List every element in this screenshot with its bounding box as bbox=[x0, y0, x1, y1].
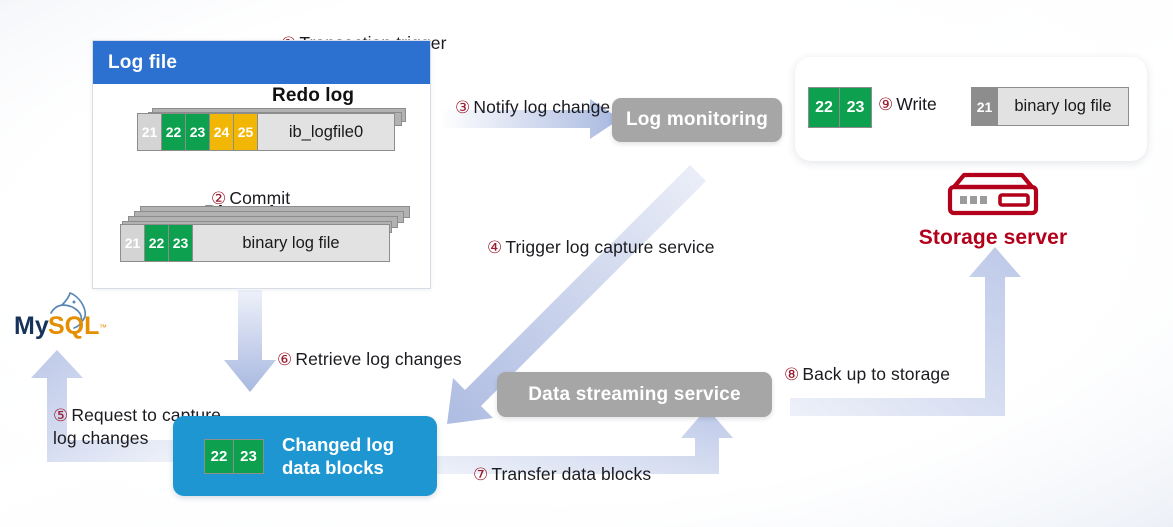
step-text: Transfer data blocks bbox=[491, 464, 652, 485]
storage-card-blocks: 22 23 bbox=[808, 87, 872, 128]
data-streaming-service-box[interactable]: Data streaming service bbox=[497, 372, 772, 417]
step-text: Back up to storage bbox=[802, 364, 951, 385]
storage-server-caption: Storage server bbox=[918, 226, 1068, 249]
server-led bbox=[980, 196, 987, 204]
step-number: ⑦ bbox=[473, 465, 489, 485]
log-file-panel-header: Log file bbox=[93, 41, 430, 84]
step-text: Retrieve log changes bbox=[295, 349, 462, 370]
server-led bbox=[970, 196, 977, 204]
step-text: Trigger log capture service bbox=[505, 237, 715, 258]
step-label-write: ⑨ Write bbox=[878, 94, 937, 115]
storage-block-22: 22 bbox=[809, 88, 840, 127]
storage-binary-log-file-name: binary log file bbox=[998, 88, 1128, 125]
changed-log-data-blocks-box[interactable]: 22 23 Changed log data blocks bbox=[173, 416, 437, 496]
log-block-24: 24 bbox=[210, 114, 234, 150]
mysql-wordmark-my: My bbox=[14, 312, 49, 340]
log-block-21: 21 bbox=[138, 114, 162, 150]
log-monitoring-box[interactable]: Log monitoring bbox=[612, 98, 782, 142]
step-label-retrieve-log-changes: ⑥ Retrieve log changes bbox=[277, 326, 462, 371]
diagram-canvas: ①Transaction trigger Log file Redo log 2… bbox=[0, 0, 1173, 527]
step-label-backup-to-storage: ⑧ Back up to storage bbox=[784, 341, 950, 386]
binary-log-file-name: binary log file bbox=[193, 225, 389, 261]
step-number: ⑧ bbox=[784, 365, 800, 385]
log-block-21: 21 bbox=[121, 225, 145, 261]
log-block-23: 23 bbox=[169, 225, 193, 261]
step-number: ⑨ bbox=[878, 95, 894, 114]
mysql-trademark: ™ bbox=[99, 323, 107, 332]
step-text: Write bbox=[896, 94, 937, 114]
step-text: Notify log change bbox=[473, 97, 611, 118]
step-label-trigger-log-capture: ④ Trigger log capture service bbox=[487, 214, 715, 259]
step-number: ④ bbox=[487, 238, 503, 258]
changed-blocks-group: 22 23 bbox=[204, 438, 264, 474]
changed-blocks-label: Changed log data blocks bbox=[282, 433, 395, 478]
log-block-22: 22 bbox=[145, 225, 169, 261]
step-number: ⑥ bbox=[277, 350, 293, 370]
mysql-logo: My SQL ™ bbox=[12, 290, 116, 346]
changed-block-22: 22 bbox=[205, 439, 234, 473]
server-drive-slot bbox=[998, 193, 1030, 207]
log-block-25: 25 bbox=[234, 114, 258, 150]
storage-server-icon bbox=[940, 170, 1046, 222]
storage-log-block-21: 21 bbox=[972, 88, 998, 125]
binary-log-strip: 21 22 23 binary log file bbox=[120, 224, 390, 262]
server-led bbox=[960, 196, 967, 204]
storage-block-23: 23 bbox=[840, 88, 871, 127]
changed-block-23: 23 bbox=[234, 439, 263, 473]
step-label-transfer-data-blocks: ⑦ Transfer data blocks bbox=[473, 441, 651, 486]
step-number: ⑤ bbox=[53, 406, 69, 426]
step-number: ③ bbox=[455, 98, 471, 118]
redo-log-file-name: ib_logfile0 bbox=[258, 114, 394, 150]
step-label-notify-log-change: ③ Notify log change bbox=[455, 74, 610, 119]
log-block-23: 23 bbox=[186, 114, 210, 150]
redo-log-strip: 21 22 23 24 25 ib_logfile0 bbox=[137, 113, 395, 151]
redo-log-title: Redo log bbox=[272, 85, 355, 106]
storage-write-card: 22 23 ⑨ Write 21 binary log file bbox=[795, 57, 1147, 161]
storage-binary-log-strip: 21 binary log file bbox=[971, 87, 1129, 126]
mysql-wordmark-sql: SQL bbox=[48, 312, 99, 340]
log-block-22: 22 bbox=[162, 114, 186, 150]
